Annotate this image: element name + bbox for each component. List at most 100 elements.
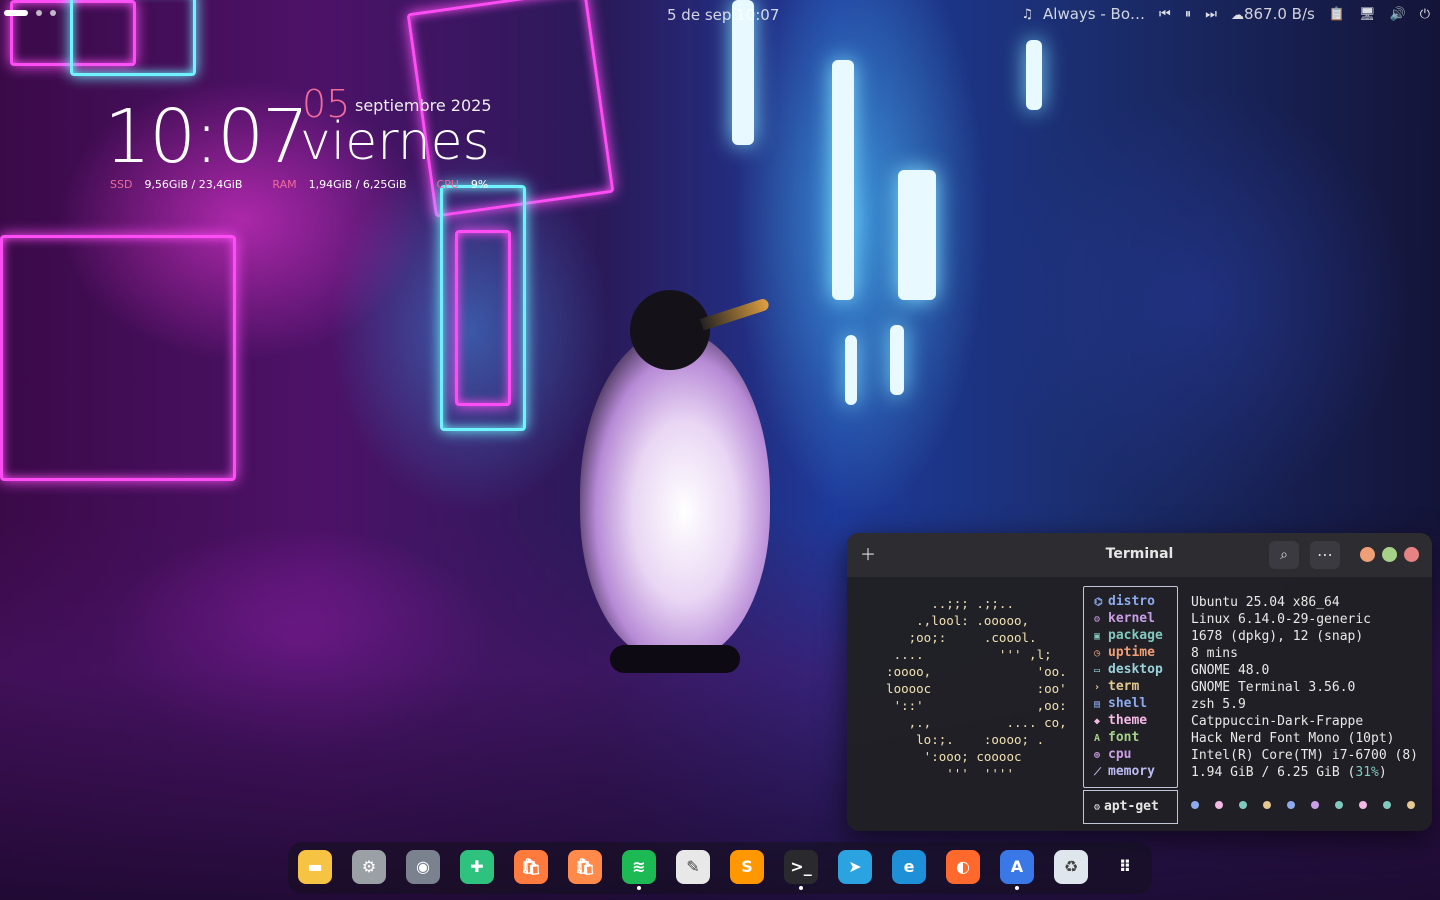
workspace-indicator[interactable]: [4, 10, 56, 16]
bullet-icon: ▣: [1094, 631, 1101, 642]
light: [898, 170, 936, 300]
sublime-icon[interactable]: S: [730, 850, 764, 884]
power-icon[interactable]: ⏻: [1420, 7, 1430, 22]
ram-value: 1,94GiB / 6,25GiB: [308, 178, 407, 191]
neon-window: [0, 235, 236, 481]
shop-icon[interactable]: 🛍: [514, 850, 548, 884]
fetch-key-label: uptime: [1108, 645, 1155, 660]
fetch-value: Hack Nerd Font Mono (10pt): [1191, 731, 1395, 746]
terminal-header[interactable]: ＋ Terminal ⌕ ⋯: [847, 533, 1432, 577]
terminal-window[interactable]: ＋ Terminal ⌕ ⋯ ..;;; .;;.. .,lool: .oooo…: [847, 533, 1432, 831]
fetch-key: ⊕ cpu: [1084, 746, 1177, 763]
bullet-icon: ⌬: [1094, 597, 1103, 608]
palette-dot: [1263, 801, 1271, 809]
firefox-icon[interactable]: ◐: [946, 850, 980, 884]
palette-dot: [1191, 801, 1199, 809]
fetch-value: Intel(R) Core(TM) i7-6700 (8): [1191, 748, 1418, 763]
fetch-value: GNOME Terminal 3.56.0: [1191, 680, 1356, 695]
fetch-value: Ubuntu 25.04 x86_64: [1191, 595, 1340, 610]
widget-weekday: viernes: [300, 112, 490, 172]
fetch-key-label: theme: [1108, 713, 1148, 728]
minimize-button[interactable]: [1360, 547, 1375, 562]
neon-window: [455, 230, 511, 406]
fetch-key-label: kernel: [1108, 611, 1155, 626]
fetch-key: ⌬ distro: [1084, 593, 1177, 610]
widget-time: 10:07: [104, 94, 309, 180]
telegram-icon[interactable]: ➤: [838, 850, 872, 884]
fetch-key: ▭ desktop: [1084, 661, 1177, 678]
workspace-dot[interactable]: [36, 10, 42, 16]
running-indicator: [1015, 886, 1019, 890]
workspace-active[interactable]: [4, 10, 28, 16]
bullet-icon: ◆: [1094, 716, 1101, 727]
ssd-label: SSD: [110, 178, 133, 191]
spotify-icon[interactable]: ≋: [622, 850, 656, 884]
extensions-icon[interactable]: ✚: [460, 850, 494, 884]
fetch-key: ▣ package: [1084, 627, 1177, 644]
terminal-title: Terminal: [1105, 546, 1174, 562]
top-bar: 5 de sep 10:07 ♫ Always - Bo… ⏮ ⏸ ⏭ ☁867…: [0, 0, 1440, 28]
fetch-key-label: memory: [1108, 764, 1155, 779]
fetch-value: zsh 5.9: [1191, 697, 1246, 712]
files-icon[interactable]: ▬: [298, 850, 332, 884]
fetch-key: ◆ theme: [1084, 712, 1177, 729]
fetch-value: Catppuccin-Dark-Frappe: [1191, 714, 1364, 729]
cpu-label: CPU: [436, 178, 459, 191]
palette-dot: [1359, 801, 1367, 809]
trash-icon[interactable]: ♻: [1054, 850, 1088, 884]
fetch-values: Ubuntu 25.04 x86_64 Linux 6.14.0-29-gener…: [1191, 594, 1418, 781]
fetch-value: 8 mins: [1191, 646, 1238, 661]
ssd-value: 9,56GiB / 23,4GiB: [144, 178, 243, 191]
fetch-keys: ⌬ distro ⚙ kernel ▣ package ◷ uptime ▭ desktop › te…: [1083, 586, 1178, 788]
workspace-dot[interactable]: [50, 10, 56, 16]
memory-percent: 31%: [1355, 765, 1379, 780]
palette-dot: [1287, 801, 1295, 809]
fetch-key: ⚙ kernel: [1084, 610, 1177, 627]
cloud-download-icon: ☁: [1230, 8, 1244, 23]
media-title[interactable]: Always - Bo…: [1043, 5, 1145, 23]
network-speed[interactable]: ☁867.0 B/s: [1231, 5, 1315, 23]
more-icon: ⋯: [1317, 545, 1333, 564]
previous-track-icon[interactable]: ⏮: [1159, 7, 1171, 22]
terminal-icon[interactable]: >_: [784, 850, 818, 884]
fetch-key: ⟋ memory: [1084, 763, 1177, 780]
palette-dot: [1383, 801, 1391, 809]
penguin-image: [560, 290, 790, 690]
text-editor-icon[interactable]: ✎: [676, 850, 710, 884]
close-button[interactable]: [1404, 547, 1419, 562]
music-note-icon: ♫: [1021, 6, 1034, 22]
ubuntu-ascii-logo: ..;;; .;;.. .,lool: .ooooo, ;oo;: .coool…: [886, 596, 1067, 781]
toggle-icon[interactable]: ◉: [406, 850, 440, 884]
bullet-icon: ▤: [1094, 699, 1101, 710]
system-tray: ♫ Always - Bo… ⏮ ⏸ ⏭ ☁867.0 B/s 📋 🖥 🔊 ⏻: [1021, 4, 1430, 24]
volume-icon[interactable]: 🔊: [1390, 7, 1406, 22]
palette-dot: [1311, 801, 1319, 809]
top-clock[interactable]: 5 de sep 10:07: [667, 6, 779, 24]
next-track-icon[interactable]: ⏭: [1205, 7, 1217, 22]
settings-icon[interactable]: ⚙: [352, 850, 386, 884]
edge-icon[interactable]: e: [892, 850, 926, 884]
bullet-icon: ⟋: [1094, 767, 1101, 778]
menu-button[interactable]: ⋯: [1310, 541, 1340, 569]
light: [832, 60, 854, 300]
fetch-key-label: cpu: [1108, 747, 1132, 762]
fetch-value: 1678 (dpkg), 12 (snap): [1191, 629, 1364, 644]
terminal-output[interactable]: ..;;; .;;.. .,lool: .ooooo, ;oo;: .coool…: [847, 577, 1432, 831]
fetch-key-label: distro: [1108, 594, 1155, 609]
app-store-icon[interactable]: A: [1000, 850, 1034, 884]
clipboard-icon[interactable]: 📋: [1329, 7, 1345, 22]
shop-alt-icon[interactable]: 🛍: [568, 850, 602, 884]
maximize-button[interactable]: [1382, 547, 1397, 562]
search-button[interactable]: ⌕: [1269, 541, 1299, 569]
fetch-key-label: font: [1108, 730, 1140, 745]
palette-dot: [1239, 801, 1247, 809]
light: [890, 325, 904, 395]
app-grid-icon[interactable]: ⠿: [1108, 850, 1142, 884]
display-icon[interactable]: 🖥: [1359, 7, 1376, 22]
running-indicator: [799, 886, 803, 890]
bullet-icon: ▭: [1094, 665, 1101, 676]
ram-label: RAM: [272, 178, 297, 191]
pause-icon[interactable]: ⏸: [1185, 7, 1192, 22]
bullet-icon: ◷: [1094, 648, 1101, 659]
light: [845, 335, 857, 405]
